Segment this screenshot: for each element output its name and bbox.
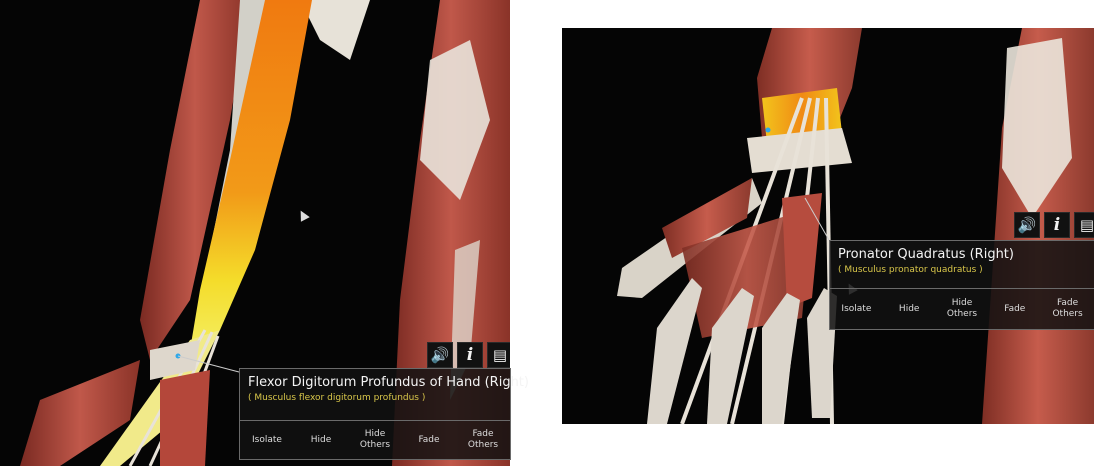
right-icon-bar: 🔊 i ▤	[1014, 212, 1094, 238]
hide-others-label: Hide Others	[946, 298, 978, 319]
fade-button[interactable]: Fade	[402, 421, 456, 459]
fade-button[interactable]: Fade	[988, 289, 1041, 329]
fade-others-label: Fade Others	[467, 429, 499, 450]
action-row: Isolate Hide Hide Others Fade Fade Other…	[830, 288, 1094, 329]
action-row: Isolate Hide Hide Others Fade Fade Other…	[240, 420, 510, 459]
left-icon-bar: 🔊 i ▤	[427, 342, 510, 368]
latin-name: ( Musculus pronator quadratus )	[838, 265, 983, 275]
notes-icon[interactable]: ▤	[1074, 212, 1094, 238]
latin-name: ( Musculus flexor digitorum profundus )	[248, 393, 426, 403]
notes-icon[interactable]: ▤	[487, 342, 510, 368]
isolate-label: Isolate	[841, 303, 872, 314]
structure-title: Pronator Quadratus (Right)	[838, 247, 1014, 262]
hide-others-button[interactable]: Hide Others	[936, 289, 989, 329]
structure-title: Flexor Digitorum Profundus of Hand (Righ…	[248, 375, 529, 390]
right-structure-popup: Pronator Quadratus (Right) ( Musculus pr…	[829, 240, 1094, 330]
isolate-button[interactable]: Isolate	[240, 421, 294, 459]
fade-label: Fade	[418, 434, 440, 445]
fade-others-label: Fade Others	[1052, 298, 1083, 319]
hide-label: Hide	[310, 434, 332, 445]
speaker-icon[interactable]: 🔊	[1014, 212, 1040, 238]
hide-label: Hide	[898, 303, 920, 314]
left-structure-popup: Flexor Digitorum Profundus of Hand (Righ…	[239, 368, 529, 460]
fade-others-button[interactable]: Fade Others	[456, 421, 510, 459]
hide-others-button[interactable]: Hide Others	[348, 421, 402, 459]
info-icon[interactable]: i	[1044, 212, 1070, 238]
isolate-button[interactable]: Isolate	[830, 289, 883, 329]
isolate-label: Isolate	[252, 434, 282, 445]
fade-others-button[interactable]: Fade Others	[1041, 289, 1094, 329]
fade-label: Fade	[1004, 303, 1026, 314]
hide-button[interactable]: Hide	[294, 421, 348, 459]
hide-others-label: Hide Others	[359, 429, 391, 450]
right-anatomy-viewport[interactable]: 🔊 i ▤	[562, 28, 1094, 424]
info-icon[interactable]: i	[457, 342, 483, 368]
hide-button[interactable]: Hide	[883, 289, 936, 329]
speaker-icon[interactable]: 🔊	[427, 342, 453, 368]
